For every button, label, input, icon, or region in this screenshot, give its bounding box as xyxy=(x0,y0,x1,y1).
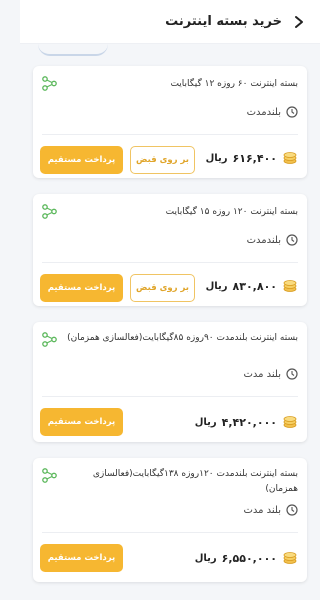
app-header: خرید بسته اینترنت xyxy=(20,0,320,44)
price-value: ۶,۵۵۰,۰۰۰ xyxy=(221,551,277,565)
clock-icon xyxy=(286,234,298,246)
duration-label: بلند مدت xyxy=(243,368,281,380)
coins-icon xyxy=(282,150,298,166)
bottom-nav-strip xyxy=(20,588,320,600)
share-icon[interactable] xyxy=(42,468,57,483)
package-title: بسته اینترنت بلندمدت ۱۲۰روزه ۱۳۸گیگابایت… xyxy=(92,469,298,494)
package-card: بسته اینترنت ۶۰ روزه ۱۲ گیگابایت بلندمدت… xyxy=(33,66,307,178)
price-value: ۶۱۶,۴۰۰ xyxy=(232,151,277,165)
package-title: بسته اینترنت ۶۰ روزه ۱۲ گیگابایت xyxy=(170,79,298,89)
package-duration: بلند مدت xyxy=(243,504,298,516)
share-icon[interactable] xyxy=(42,204,57,219)
price-value: ۸۳۰,۸۰۰ xyxy=(232,279,277,293)
share-icon[interactable] xyxy=(42,332,57,347)
currency-label: ریال xyxy=(205,152,228,164)
price-value: ۴,۴۲۰,۰۰۰ xyxy=(221,415,277,429)
back-arrow-icon[interactable] xyxy=(290,13,308,31)
package-duration: بلند مدت xyxy=(243,368,298,380)
package-card: بسته اینترنت بلندمدت ۱۲۰روزه ۱۳۸گیگابایت… xyxy=(33,458,307,582)
bill-pay-button[interactable]: بر روی قبض xyxy=(130,274,195,302)
package-title: بسته اینترنت ۱۲۰ روزه ۱۵ گیگابایت xyxy=(165,207,298,217)
package-title: بسته اینترنت بلندمدت ۹۰روزه ۸۵گیگابایت(ف… xyxy=(67,333,298,343)
coins-icon xyxy=(282,414,298,430)
package-card: بسته اینترنت بلندمدت ۹۰روزه ۸۵گیگابایت(ف… xyxy=(33,322,307,442)
price-row: ۶,۵۵۰,۰۰۰ ریال xyxy=(195,550,298,566)
coins-icon xyxy=(282,278,298,294)
clock-icon xyxy=(286,504,298,516)
divider xyxy=(42,396,298,397)
divider xyxy=(42,262,298,263)
currency-label: ریال xyxy=(194,416,217,428)
divider xyxy=(42,532,298,533)
direct-pay-button[interactable]: پرداخت مستقیم xyxy=(40,274,123,302)
package-card: بسته اینترنت ۱۲۰ روزه ۱۵ گیگابایت بلندمد… xyxy=(33,194,307,306)
duration-label: بلندمدت xyxy=(246,106,281,118)
page-title: خرید بسته اینترنت xyxy=(165,14,282,29)
clock-icon xyxy=(286,106,298,118)
currency-label: ریال xyxy=(194,552,217,564)
currency-label: ریال xyxy=(205,280,228,292)
scroll-indicator xyxy=(38,44,108,56)
price-row: ۶۱۶,۴۰۰ ریال xyxy=(206,150,298,166)
package-duration: بلندمدت xyxy=(247,106,298,118)
duration-label: بلند مدت xyxy=(243,504,281,516)
direct-pay-button[interactable]: پرداخت مستقیم xyxy=(40,544,123,572)
direct-pay-button[interactable]: پرداخت مستقیم xyxy=(40,146,123,174)
package-duration: بلندمدت xyxy=(247,234,298,246)
duration-label: بلندمدت xyxy=(246,234,281,246)
bill-pay-button[interactable]: بر روی قبض xyxy=(130,146,195,174)
direct-pay-button[interactable]: پرداخت مستقیم xyxy=(40,408,123,436)
price-row: ۸۳۰,۸۰۰ ریال xyxy=(206,278,298,294)
share-icon[interactable] xyxy=(42,76,57,91)
price-row: ۴,۴۲۰,۰۰۰ ریال xyxy=(195,414,298,430)
divider xyxy=(42,134,298,135)
coins-icon xyxy=(282,550,298,566)
clock-icon xyxy=(286,368,298,380)
